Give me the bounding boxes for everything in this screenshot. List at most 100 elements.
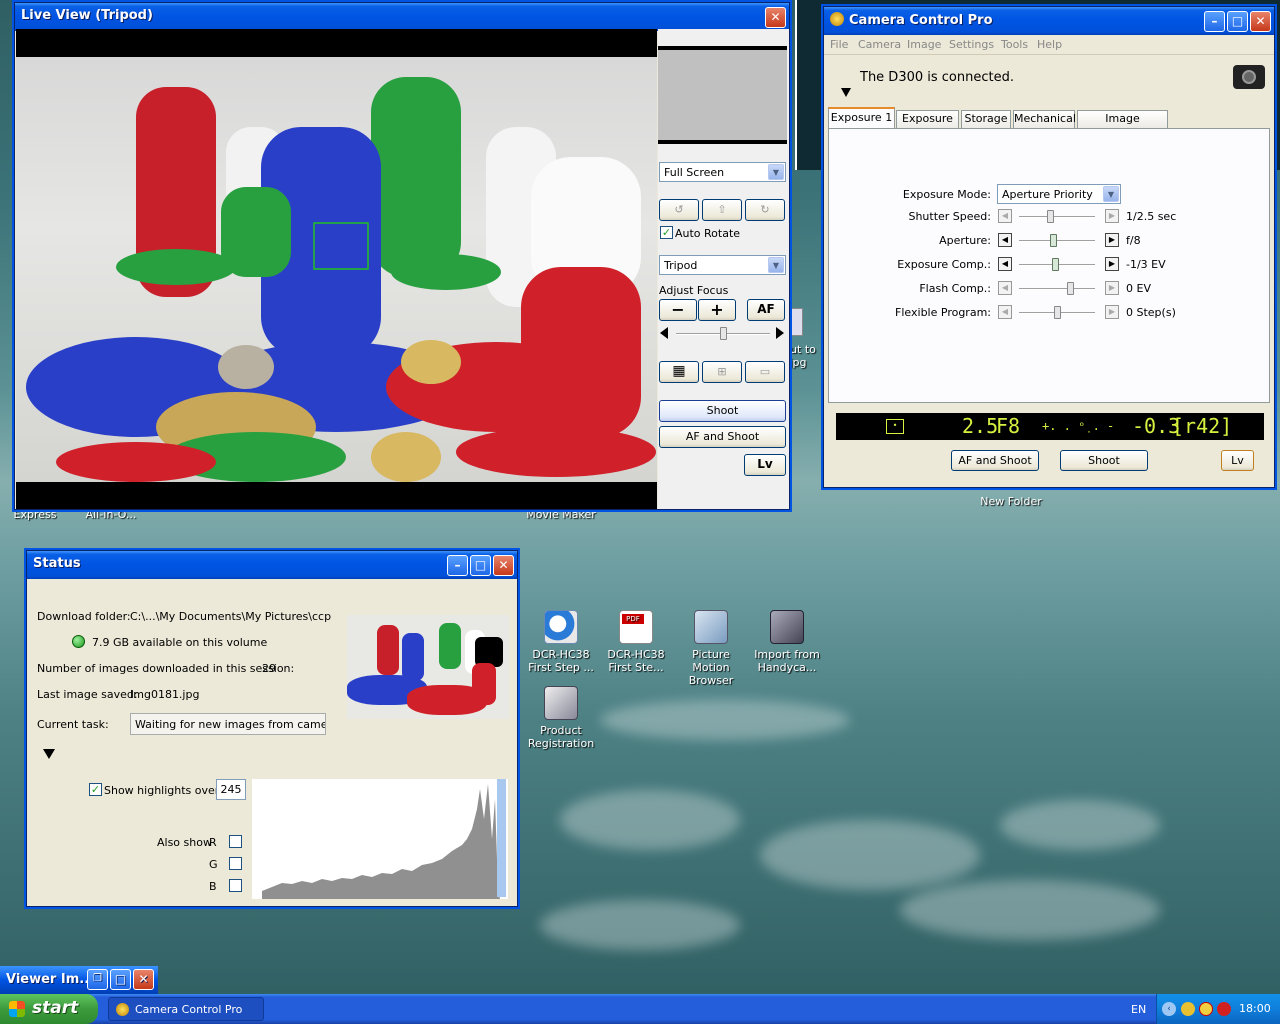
increase-arrow-icon[interactable]: ▶ [1105,305,1119,319]
metering-icon: • [886,419,904,434]
exposure-row-label: Aperture: [939,234,991,247]
exposure-row-slider-thumb[interactable] [1054,306,1061,319]
decrease-arrow-icon[interactable]: ◀ [998,209,1012,223]
exposure-mode-select[interactable]: Aperture Priority ▼ [997,184,1121,204]
rotate-left-button[interactable]: ↺ [659,199,699,221]
tab-mechanical[interactable]: Mechanical [1013,110,1076,129]
exposure-row-slider-thumb[interactable] [1050,234,1057,247]
restore-button[interactable]: ❐ [87,969,108,990]
focus-plus-button[interactable]: + [698,299,736,321]
taskbar-item-ccp[interactable]: Camera Control Pro [108,997,264,1021]
desktop-icon-dcr-firststep-pdf[interactable]: PDF DCR-HC38 First Ste... [597,610,675,674]
desktop-label-newfolder[interactable]: New Folder [972,495,1050,508]
exposure-row-value: 0 Step(s) [1126,306,1176,319]
desktop-icon-import-handycam[interactable]: Import from Handyca... [748,610,826,674]
ccp-af-shoot-button[interactable]: AF and Shoot [951,450,1039,471]
desktop-icon-picture-motion-browser[interactable]: Picture Motion Browser [672,610,750,687]
ccp-tabs: Exposure 1 Exposure 2 Storage Mechanical… [828,107,1270,141]
exposure-row-slider[interactable] [1019,258,1095,271]
tab-image-processing[interactable]: Image Processing [1077,110,1168,141]
af-button[interactable]: AF [747,299,785,321]
minimize-button[interactable]: – [447,555,468,576]
liveview-window: Live View (Tripod) ✕ Full Screen ▼ ↺ ⇧ ↻… [14,2,790,510]
rotate-right-button[interactable]: ↻ [745,199,785,221]
liveview-titlebar[interactable]: Live View (Tripod) [15,3,789,31]
status-titlebar[interactable]: Status [27,551,517,579]
network-icon[interactable] [1181,1002,1195,1016]
camera-lcd-display: • 2.5 F8 +. . ᵒ̣ . - -0.3 [r42] [836,413,1264,440]
maximize-button[interactable]: □ [470,555,491,576]
decrease-arrow-icon[interactable]: ◀ [998,305,1012,319]
status-close-button[interactable]: ✕ [493,555,514,576]
menu-settings[interactable]: Settings [949,38,994,51]
ccp-close-button[interactable]: ✕ [1250,11,1271,32]
desktop-label-outto[interactable]: ut to [788,343,818,356]
increase-arrow-icon[interactable]: ▶ [1105,257,1119,271]
language-indicator[interactable]: EN [1131,1003,1146,1016]
liveview-close-button[interactable]: ✕ [765,7,786,28]
exposure-row-slider-thumb[interactable] [1052,258,1059,271]
menu-camera[interactable]: Camera [858,38,901,51]
histogram-plot [262,779,506,899]
tab-exposure-1[interactable]: Exposure 1 [828,107,895,129]
liveview-af-shoot-button[interactable]: AF and Shoot [659,426,786,448]
exposure-row-slider-thumb[interactable] [1067,282,1074,295]
menu-help[interactable]: Help [1037,38,1062,51]
tray-expand-icon[interactable]: ‹ [1162,1002,1176,1016]
exposure-row-slider[interactable] [1019,282,1095,295]
focus-slider[interactable] [676,327,770,340]
ccp-shoot-button[interactable]: Shoot [1060,450,1148,471]
decrease-arrow-icon[interactable]: ◀ [998,281,1012,295]
channel-r-checkbox[interactable] [229,835,242,848]
security-icon[interactable] [1217,1002,1231,1016]
show-highlights-checkbox[interactable]: ✓ [89,783,102,796]
menu-image[interactable]: Image [907,38,941,51]
menu-tools[interactable]: Tools [1001,38,1028,51]
focus-minus-button[interactable]: − [659,299,697,321]
increase-arrow-icon[interactable]: ▶ [1105,233,1119,247]
liveview-image-area[interactable] [16,29,657,509]
auto-rotate-checkbox[interactable]: ✓ [660,226,673,239]
rotate-up-button[interactable]: ⇧ [702,199,742,221]
menu-file[interactable]: File [830,38,848,51]
focus-slider-thumb[interactable] [720,327,727,340]
highlights-threshold-input[interactable]: 245 [216,779,246,800]
increase-arrow-icon[interactable]: ▶ [1105,209,1119,223]
focus-right-arrow-icon[interactable] [776,327,784,339]
desktop-icon-dcr-firststep[interactable]: DCR-HC38 First Step ... [522,610,600,674]
tab-panel: Exposure Mode: Aperture Priority ▼ Shutte… [828,128,1270,403]
channel-b-checkbox[interactable] [229,879,242,892]
exposure-row-slider[interactable] [1019,234,1095,247]
desktop-label-jpg[interactable]: jpg [788,356,808,369]
maximize-button[interactable]: □ [1227,11,1248,32]
expand-arrow-icon[interactable] [841,88,851,97]
exposure-row-slider[interactable] [1019,210,1095,223]
viewer-close-button[interactable]: ✕ [133,969,154,990]
exposure-row-slider-thumb[interactable] [1047,210,1054,223]
exposure-row-slider[interactable] [1019,306,1095,319]
collapse-arrow-icon[interactable] [43,749,55,759]
grid-alt-button[interactable]: ⊞ [702,361,742,383]
viewer-minimized-window[interactable]: Viewer Im... ❐ □ ✕ [0,966,158,994]
minimize-button[interactable]: – [1204,11,1225,32]
liveview-control-panel: Full Screen ▼ ↺ ⇧ ↻ ✓ Auto Rotate Tripod ▼… [658,29,789,509]
liveview-mode-select[interactable]: Tripod ▼ [659,255,786,275]
view-mode-select[interactable]: Full Screen ▼ [659,162,786,182]
liveview-lv-button[interactable]: Lv [744,454,786,476]
start-button[interactable]: start [0,994,98,1024]
grid-none-button[interactable]: ▭ [745,361,785,383]
tab-exposure-2[interactable]: Exposure 2 [896,110,959,141]
nikon-tray-icon[interactable] [1199,1002,1213,1016]
channel-g-checkbox[interactable] [229,857,242,870]
focus-left-arrow-icon[interactable] [660,327,668,339]
maximize-button[interactable]: □ [110,969,131,990]
increase-arrow-icon[interactable]: ▶ [1105,281,1119,295]
ccp-lv-button[interactable]: Lv [1221,450,1254,471]
tab-storage[interactable]: Storage [961,110,1011,129]
shortcut-icon[interactable] [789,308,803,336]
desktop-icon-product-registration[interactable]: Product Registration [522,686,600,750]
decrease-arrow-icon[interactable]: ◀ [998,257,1012,271]
grid-view-button[interactable]: ▦ [659,361,699,383]
decrease-arrow-icon[interactable]: ◀ [998,233,1012,247]
liveview-shoot-button[interactable]: Shoot [659,400,786,422]
